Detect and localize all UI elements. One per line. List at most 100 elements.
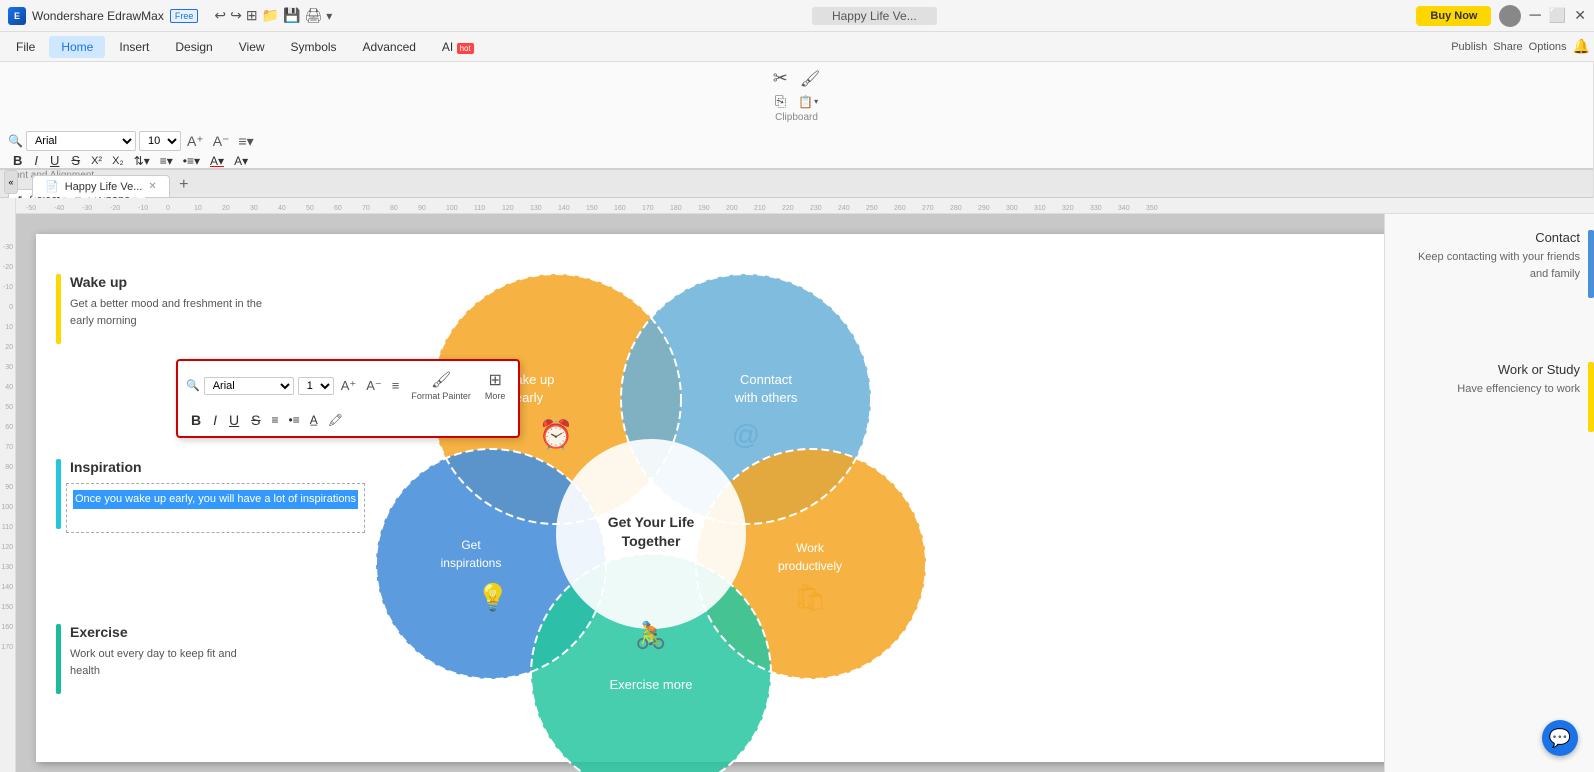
sidebar-workstudy-text: Have effenciency to work bbox=[1399, 381, 1580, 398]
font-alignment-section: 🔍 Arial 10 A⁺ A⁻ ≡▾ B I U S X² X₂ ⇅▾ ≡▾ … bbox=[0, 127, 1594, 185]
tab-close-icon[interactable]: ✕ bbox=[148, 181, 156, 192]
font-size-select[interactable]: 10 bbox=[139, 131, 181, 151]
floating-align-btn[interactable]: ≡ bbox=[389, 377, 403, 394]
highlight-btn[interactable]: A▾ bbox=[230, 152, 252, 170]
menu-view[interactable]: View bbox=[227, 36, 277, 58]
floating-more-btn[interactable]: ⊞ More bbox=[480, 367, 511, 404]
bullet-btn[interactable]: •≡▾ bbox=[179, 152, 204, 170]
sidebar-contact-text: Keep contacting with your friends and fa… bbox=[1399, 249, 1580, 282]
titlebar: E Wondershare EdrawMax Free ↩ ↪ ⊞ 📁 💾 🖨 … bbox=[0, 0, 1594, 32]
more-btn[interactable]: ▾ bbox=[326, 9, 332, 23]
close-btn[interactable]: ✕ bbox=[1574, 7, 1586, 24]
svg-text:Work: Work bbox=[796, 541, 825, 555]
new-btn[interactable]: ⊞ bbox=[246, 7, 258, 24]
buy-now-button[interactable]: Buy Now bbox=[1416, 6, 1491, 26]
floating-bold-btn[interactable]: B bbox=[186, 410, 206, 430]
floating-font-select[interactable]: Arial bbox=[204, 377, 294, 395]
floating-decrease-btn[interactable]: A⁻ bbox=[363, 377, 385, 395]
bold-btn[interactable]: B bbox=[8, 151, 27, 170]
subscript-btn[interactable]: X₂ bbox=[108, 153, 128, 169]
menu-file[interactable]: File bbox=[4, 36, 47, 58]
floating-underline-btn[interactable]: U bbox=[224, 410, 244, 430]
underline-btn[interactable]: U bbox=[45, 151, 64, 170]
vertical-ruler: -30 -20 -10 0 10 20 30 40 50 60 70 80 90… bbox=[0, 198, 16, 772]
svg-text:🛍: 🛍 bbox=[793, 582, 826, 612]
list-btn[interactable]: ≡▾ bbox=[156, 152, 177, 170]
clipboard-label: Clipboard bbox=[775, 112, 818, 123]
floating-fontcolor-btn[interactable]: A̲ bbox=[306, 411, 322, 429]
cut-btn[interactable]: ✂ bbox=[769, 66, 792, 91]
text-dir-btn[interactable]: ⇅▾ bbox=[130, 152, 154, 170]
menu-design[interactable]: Design bbox=[163, 36, 224, 58]
horizontal-ruler: -50-40-30-20-100102030405060708090100110… bbox=[16, 198, 1594, 214]
search-icon: 🔍 bbox=[8, 134, 23, 148]
chat-button[interactable]: 💬 bbox=[1542, 720, 1578, 756]
toolbar: ✂ 🖌 ⎘ 📋▾ Clipboard 🔍 Arial 10 A⁺ A⁻ ≡▾ B… bbox=[0, 62, 1594, 170]
align-btn[interactable]: ≡▾ bbox=[235, 132, 256, 151]
format-paint-btn[interactable]: 🖌 bbox=[796, 66, 824, 91]
clipboard-section: ✂ 🖌 ⎘ 📋▾ Clipboard bbox=[0, 62, 1594, 127]
floating-strike-btn[interactable]: S bbox=[246, 410, 265, 430]
italic-btn[interactable]: I bbox=[29, 151, 43, 170]
right-sidebar: Contact Keep contacting with your friend… bbox=[1384, 214, 1594, 772]
menu-symbols[interactable]: Symbols bbox=[279, 36, 349, 58]
svg-text:Conntact: Conntact bbox=[740, 372, 792, 387]
save-btn[interactable]: 💾 bbox=[283, 7, 300, 24]
add-tab-btn[interactable]: + bbox=[174, 175, 194, 195]
tab-label: Happy Life Ve... bbox=[65, 181, 143, 193]
font-color-btn[interactable]: A▾ bbox=[206, 152, 228, 170]
tab-happy-life[interactable]: 📄 Happy Life Ve... ✕ bbox=[32, 175, 170, 197]
floating-search-icon: 🔍 bbox=[186, 379, 200, 392]
floating-increase-btn[interactable]: A⁺ bbox=[338, 377, 360, 395]
copy-btn[interactable]: ⎘ bbox=[771, 91, 790, 112]
font-alignment-label: Font and Alignment bbox=[8, 170, 1585, 181]
main-area: -30 -20 -10 0 10 20 30 40 50 60 70 80 90… bbox=[0, 198, 1594, 772]
sidebar-contact-title: Contact bbox=[1399, 230, 1580, 245]
notification-btn[interactable]: 🔔 bbox=[1573, 38, 1590, 55]
strikethrough-btn[interactable]: S bbox=[66, 151, 85, 170]
open-btn[interactable]: 📁 bbox=[262, 7, 279, 24]
svg-text:@: @ bbox=[732, 419, 760, 450]
menu-ai[interactable]: AI hot bbox=[430, 36, 486, 58]
svg-text:⏰: ⏰ bbox=[539, 417, 574, 451]
menu-home[interactable]: Home bbox=[49, 36, 105, 58]
exercise-text: Work out every day to keep fit and healt… bbox=[66, 646, 266, 679]
svg-text:🚴: 🚴 bbox=[635, 620, 667, 650]
minimize-btn[interactable]: ─ bbox=[1529, 7, 1540, 25]
svg-text:Exercise more: Exercise more bbox=[609, 677, 692, 692]
floating-size-select[interactable]: 10 bbox=[298, 377, 334, 395]
font-increase-btn[interactable]: A⁺ bbox=[184, 132, 207, 151]
undo-btn[interactable]: ↩ bbox=[214, 7, 226, 24]
share-btn[interactable]: Share bbox=[1493, 41, 1522, 53]
floating-toolbar[interactable]: 🔍 Arial 10 A⁺ A⁻ ≡ 🖌 Format Painter bbox=[176, 359, 520, 438]
publish-btn[interactable]: Publish bbox=[1451, 41, 1487, 53]
redo-btn[interactable]: ↪ bbox=[230, 7, 242, 24]
sidebar-workstudy-title: Work or Study bbox=[1399, 362, 1580, 377]
exercise-title: Exercise bbox=[66, 624, 266, 640]
floating-highlight-btn[interactable]: 🖍 bbox=[324, 411, 347, 429]
floating-bullet-btn[interactable]: •≡ bbox=[285, 411, 304, 429]
font-family-select[interactable]: Arial bbox=[26, 131, 136, 151]
maximize-btn[interactable]: ⬜ bbox=[1549, 7, 1566, 24]
wakeup-text: Get a better mood and freshment in the e… bbox=[66, 296, 266, 329]
floating-italic-btn[interactable]: I bbox=[208, 410, 222, 430]
svg-text:💡: 💡 bbox=[477, 582, 509, 612]
superscript-btn[interactable]: X² bbox=[87, 153, 106, 169]
svg-text:productively: productively bbox=[778, 559, 842, 573]
panel-toggle-btn[interactable]: « bbox=[4, 170, 18, 194]
app-logo: E Wondershare EdrawMax Free bbox=[8, 7, 198, 25]
svg-text:inspirations: inspirations bbox=[441, 556, 502, 570]
floating-list-btn[interactable]: ≡ bbox=[267, 411, 282, 429]
menu-insert[interactable]: Insert bbox=[107, 36, 161, 58]
print-btn[interactable]: 🖨 bbox=[304, 7, 322, 24]
paste-btn[interactable]: 📋▾ bbox=[794, 91, 822, 112]
font-decrease-btn[interactable]: A⁻ bbox=[210, 132, 233, 151]
svg-text:Get: Get bbox=[461, 538, 481, 552]
svg-text:with others: with others bbox=[734, 390, 798, 405]
floating-format-painter-btn[interactable]: 🖌 Format Painter bbox=[406, 367, 476, 404]
svg-text:Together: Together bbox=[622, 533, 681, 549]
menu-advanced[interactable]: Advanced bbox=[351, 36, 428, 58]
options-btn[interactable]: Options bbox=[1529, 41, 1567, 53]
exercise-section: Exercise Work out every day to keep fit … bbox=[66, 624, 266, 679]
sidebar-workstudy-section: Work or Study Have effenciency to work bbox=[1399, 362, 1580, 398]
